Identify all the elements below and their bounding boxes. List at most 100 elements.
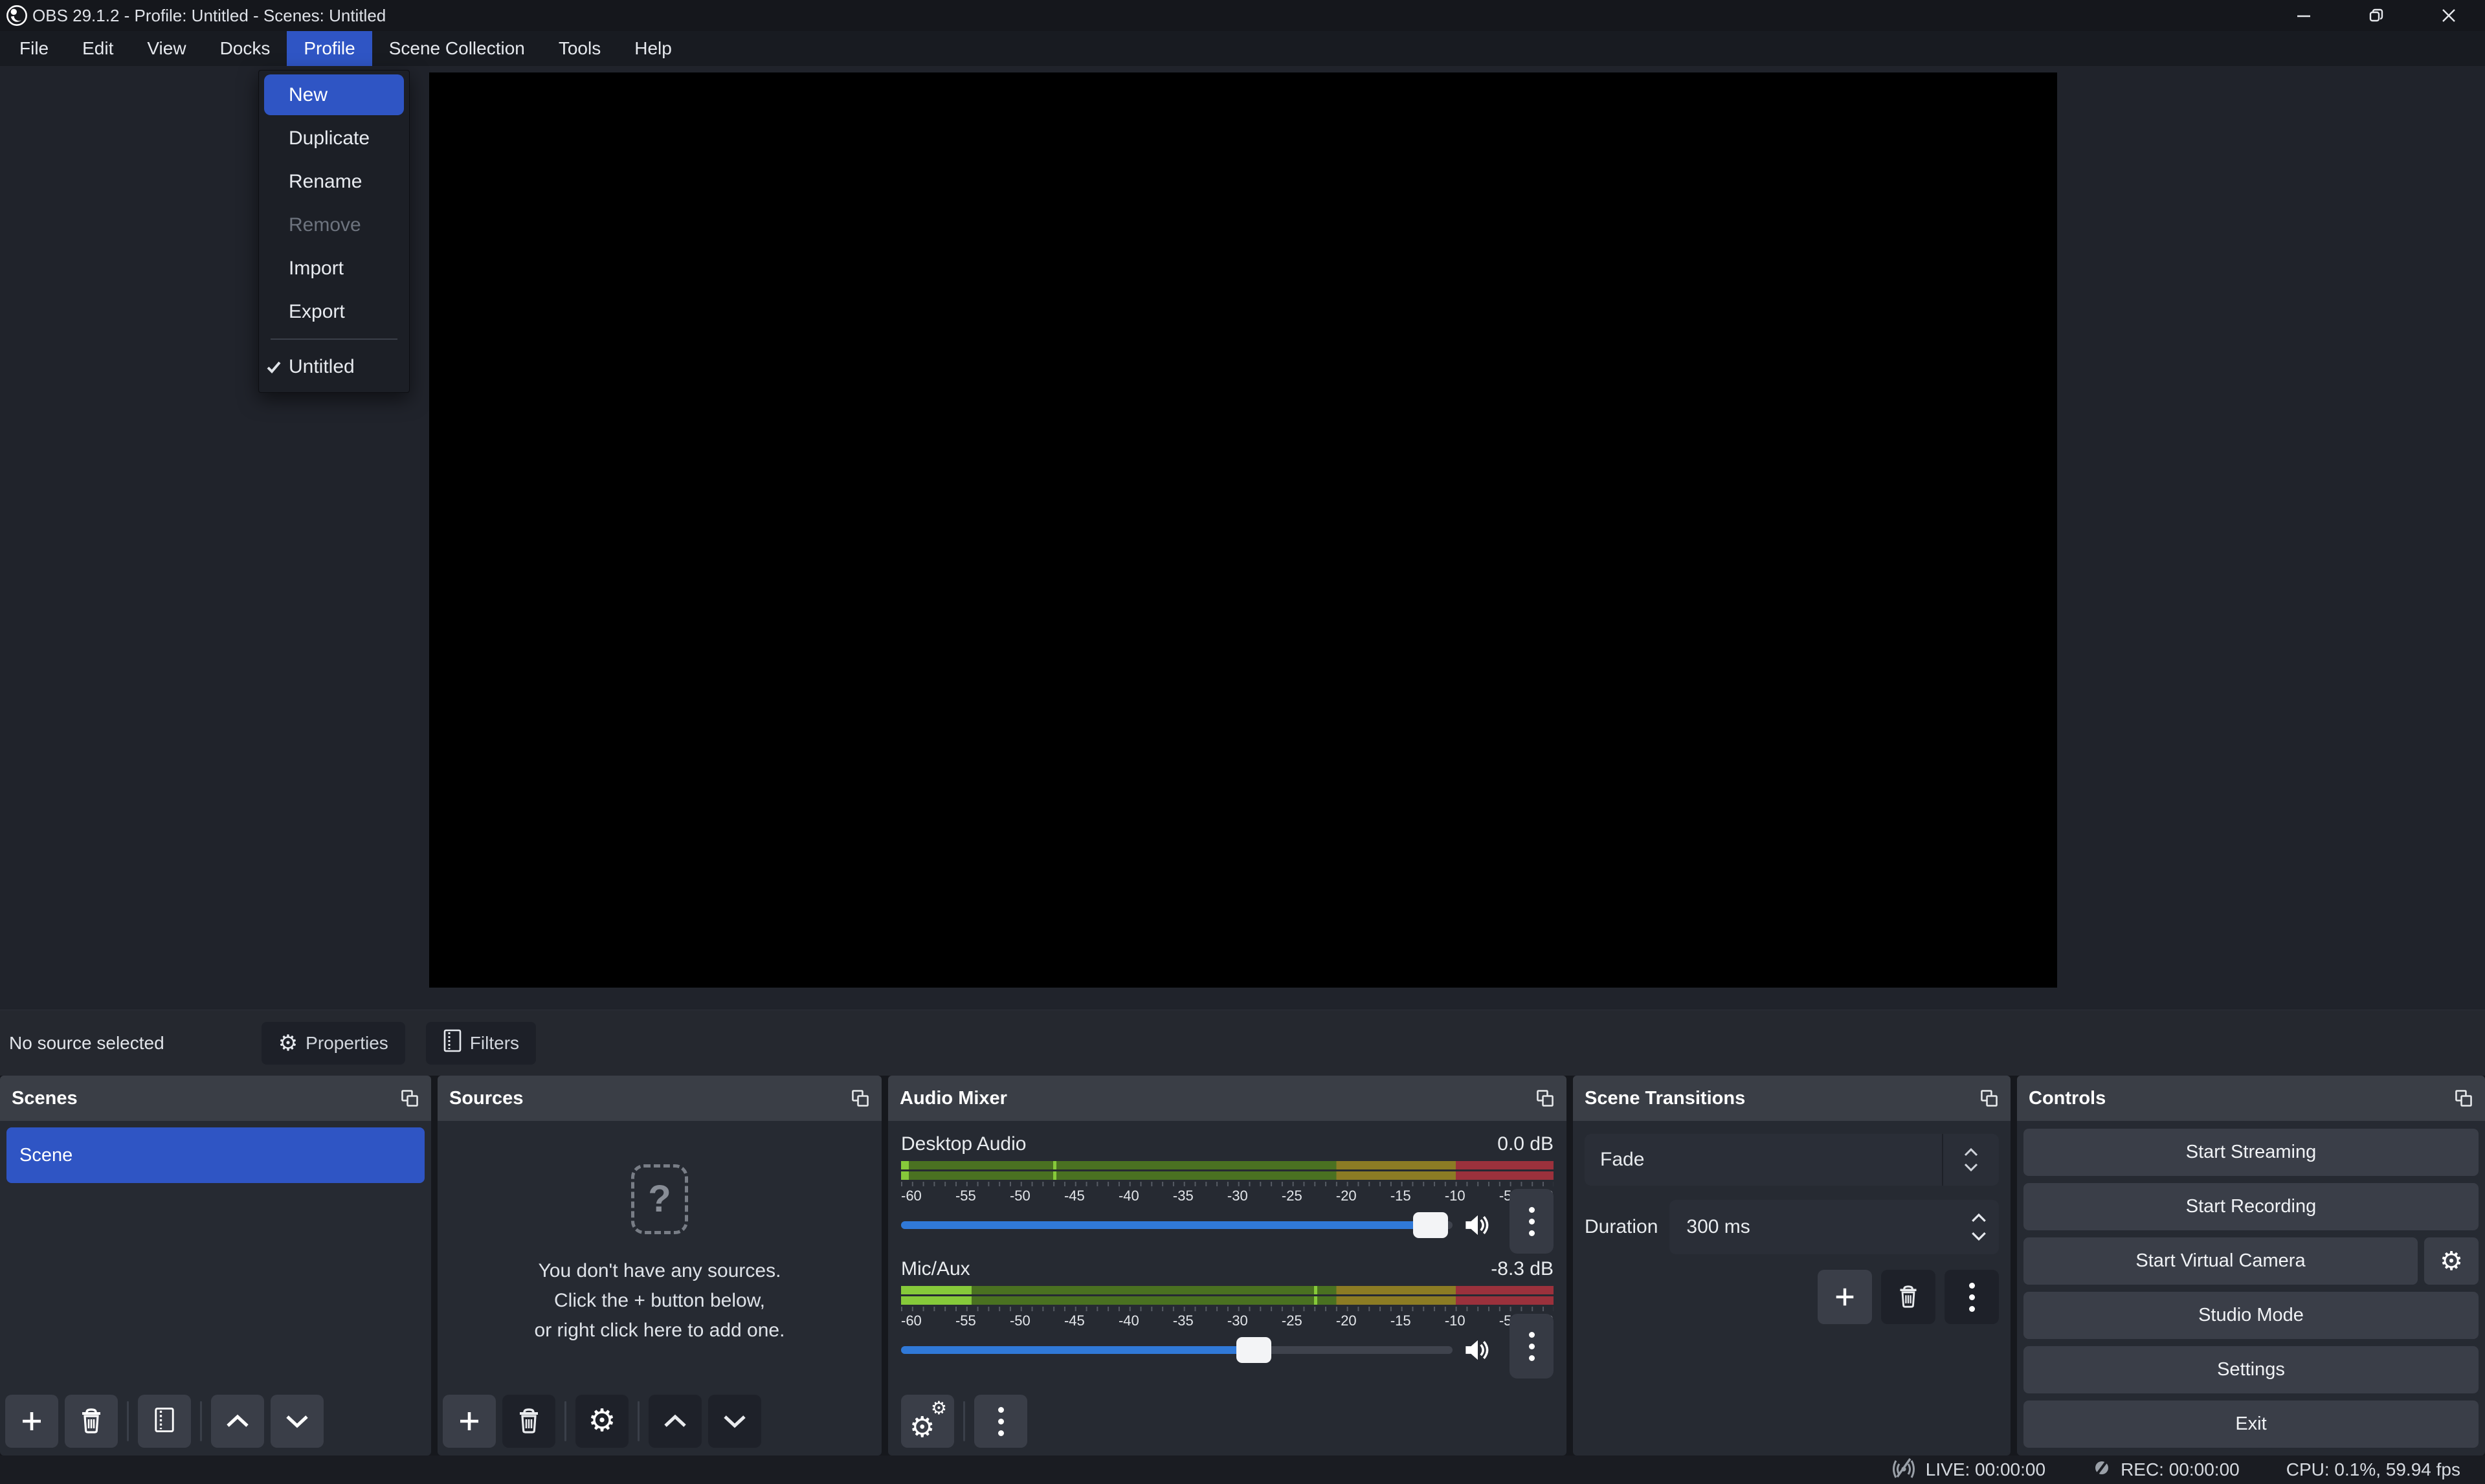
menu-docks[interactable]: Docks	[203, 31, 287, 66]
meter-scale-label: -25	[1282, 1188, 1302, 1204]
preview-canvas[interactable]	[429, 72, 2057, 988]
profile-menu-new[interactable]: New	[264, 74, 404, 115]
title-bar: OBS 29.1.2 - Profile: Untitled - Scenes:…	[0, 0, 2485, 31]
menu-edit[interactable]: Edit	[65, 31, 130, 66]
live-time: LIVE: 00:00:00	[1926, 1459, 2045, 1480]
add-scene-button[interactable]	[5, 1395, 58, 1448]
start-recording-button[interactable]: Start Recording	[2023, 1183, 2479, 1230]
menu-tools[interactable]: Tools	[542, 31, 618, 66]
audio-mixer-header: Audio Mixer	[888, 1076, 1566, 1121]
rec-status: REC: 00:00:00	[2092, 1458, 2240, 1482]
obs-logo-icon	[5, 4, 28, 27]
menu-view[interactable]: View	[130, 31, 203, 66]
sources-list[interactable]: ? You don't have any sources. Click the …	[438, 1121, 882, 1456]
chevron-up-icon	[225, 1414, 250, 1428]
menu-scene-collection[interactable]: Scene Collection	[372, 31, 542, 66]
profile-menu-export[interactable]: Export	[259, 290, 409, 333]
popout-icon[interactable]	[1535, 1089, 1555, 1108]
volume-meter: -60-55-50-45-40-35-30-25-20-15-10-50	[901, 1286, 1554, 1331]
kebab-icon	[1969, 1283, 1975, 1312]
channel-level-db: -8.3 dB	[1491, 1258, 1554, 1280]
popout-icon[interactable]	[851, 1089, 870, 1108]
remove-scene-button[interactable]	[65, 1395, 118, 1448]
meter-scale-label: -10	[1445, 1188, 1465, 1204]
meter-scale-label: -35	[1173, 1188, 1194, 1204]
start-streaming-button[interactable]: Start Streaming	[2023, 1129, 2479, 1176]
audio-mixer-panel: Audio Mixer Desktop Audio 0.0 dB	[888, 1076, 1566, 1456]
trash-icon	[1897, 1285, 1919, 1309]
live-status: LIVE: 00:00:00	[1891, 1457, 2045, 1483]
move-source-down-button[interactable]	[708, 1395, 761, 1448]
menu-profile[interactable]: Profile	[287, 31, 372, 66]
chevron-up-icon	[1963, 1148, 1979, 1157]
popout-icon[interactable]	[1979, 1089, 1999, 1108]
remove-source-button[interactable]	[502, 1395, 555, 1448]
filters-button[interactable]: Filters	[426, 1022, 536, 1065]
source-properties-button[interactable]: ⚙	[575, 1395, 629, 1448]
speaker-icon[interactable]	[1464, 1338, 1491, 1362]
chevron-down-icon	[722, 1414, 747, 1428]
close-button[interactable]	[2413, 0, 2485, 31]
exit-button[interactable]: Exit	[2023, 1401, 2479, 1448]
mixer-options-button[interactable]	[974, 1395, 1027, 1448]
volume-slider-handle[interactable]	[1413, 1212, 1448, 1238]
remove-transition-button[interactable]	[1881, 1270, 1935, 1324]
scenes-list: Scene	[0, 1121, 431, 1456]
popout-icon[interactable]	[2454, 1089, 2473, 1108]
profile-menu-import[interactable]: Import	[259, 247, 409, 290]
channel-name: Mic/Aux	[901, 1258, 970, 1280]
profile-menu-duplicate[interactable]: Duplicate	[259, 116, 409, 160]
scene-transitions-body: Fade Duration 300 ms	[1573, 1121, 2011, 1456]
rec-time: REC: 00:00:00	[2121, 1459, 2240, 1480]
channel-level-db: 0.0 dB	[1497, 1133, 1554, 1155]
scene-list-item[interactable]: Scene	[6, 1127, 425, 1183]
properties-button[interactable]: ⚙ Properties	[262, 1022, 405, 1065]
profile-menu-rename[interactable]: Rename	[259, 160, 409, 203]
filter-icon	[443, 1028, 462, 1058]
studio-mode-button[interactable]: Studio Mode	[2023, 1292, 2479, 1339]
transition-options-button[interactable]	[1945, 1270, 1999, 1324]
restore-button[interactable]	[2340, 0, 2413, 31]
transition-select[interactable]: Fade	[1585, 1134, 1999, 1186]
start-virtual-camera-button[interactable]: Start Virtual Camera	[2023, 1237, 2418, 1285]
sources-toolbar: ⚙	[438, 1388, 882, 1456]
minimize-button[interactable]	[2268, 0, 2340, 31]
stream-inactive-icon	[1891, 1457, 1917, 1483]
window-title: OBS 29.1.2 - Profile: Untitled - Scenes:…	[32, 6, 386, 26]
volume-slider[interactable]	[901, 1221, 1453, 1229]
scene-transitions-header: Scene Transitions	[1573, 1076, 2011, 1121]
add-transition-button[interactable]	[1818, 1270, 1872, 1324]
profile-menu-current-profile[interactable]: Untitled	[259, 345, 409, 388]
spinbox-arrows[interactable]	[1970, 1213, 1987, 1241]
menu-help[interactable]: Help	[618, 31, 689, 66]
select-spinner[interactable]	[1942, 1134, 1999, 1186]
speaker-icon[interactable]	[1464, 1213, 1491, 1237]
move-source-up-button[interactable]	[649, 1395, 702, 1448]
duration-value: 300 ms	[1669, 1216, 1750, 1238]
meter-scale-label: -55	[955, 1188, 976, 1204]
chevron-down-icon	[1963, 1163, 1979, 1171]
add-source-button[interactable]	[443, 1395, 496, 1448]
move-scene-up-button[interactable]	[211, 1395, 264, 1448]
channel-options-button[interactable]	[1510, 1189, 1554, 1254]
meter-scale-label: -60	[901, 1312, 922, 1329]
meter-scale-label: -35	[1173, 1312, 1194, 1329]
channel-options-button[interactable]	[1510, 1314, 1554, 1379]
move-scene-down-button[interactable]	[271, 1395, 324, 1448]
volume-slider[interactable]	[901, 1346, 1453, 1354]
gear-icon: ⚙	[2440, 1248, 2463, 1274]
scene-filters-button[interactable]	[138, 1395, 191, 1448]
settings-button[interactable]: Settings	[2023, 1346, 2479, 1393]
menu-file[interactable]: File	[3, 31, 65, 66]
virtual-camera-config-button[interactable]: ⚙	[2424, 1237, 2479, 1285]
volume-slider-handle[interactable]	[1236, 1337, 1271, 1363]
toolbar-separator	[963, 1401, 965, 1441]
advanced-audio-button[interactable]: ⚙⚙	[901, 1395, 954, 1448]
properties-button-label: Properties	[306, 1033, 388, 1054]
duration-spinbox[interactable]: 300 ms	[1669, 1200, 1999, 1254]
meter-scale-label: -50	[1010, 1312, 1031, 1329]
volume-meter: -60-55-50-45-40-35-30-25-20-15-10-50	[901, 1161, 1554, 1206]
popout-icon[interactable]	[400, 1089, 419, 1108]
meter-scale-label: -45	[1064, 1188, 1085, 1204]
meter-scale-label: -55	[955, 1312, 976, 1329]
